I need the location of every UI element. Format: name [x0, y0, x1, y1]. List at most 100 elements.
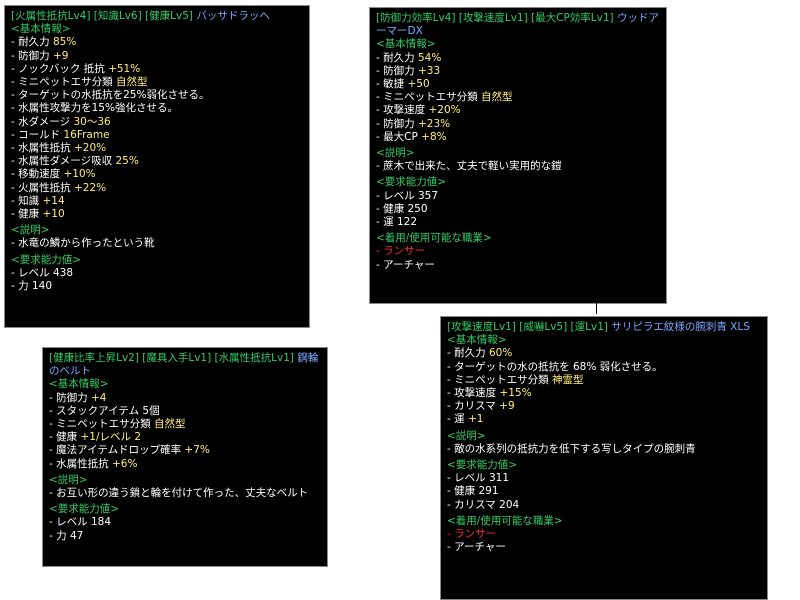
- stat-label: - 魔法アイテムドロップ確率: [49, 444, 185, 457]
- stat-row: - 水属性ダメージ吸収 25%: [11, 155, 303, 168]
- requirement-row: - 運 122: [376, 216, 418, 229]
- stat-row: - 耐久力 85%: [11, 36, 303, 49]
- item-title: [攻撃速度Lv1] [威嚇Lv5] [運Lv1] サリピラエ紋様の腕刺青 XLS: [447, 321, 761, 334]
- stat-row: - 攻撃速度 +20%: [376, 104, 660, 117]
- stat-row: - 防御力 +9: [11, 50, 303, 63]
- stat-label: - 攻撃速度: [376, 104, 429, 117]
- stat-label: - 耐久力: [376, 51, 418, 64]
- description-header: <説明>: [49, 473, 88, 486]
- requirement-row: - レベル 184: [49, 516, 112, 529]
- stat-value: 16Frame: [63, 128, 110, 141]
- stat-label: - 水ダメージ: [11, 115, 74, 128]
- stat-label: - 防御力: [376, 117, 418, 130]
- stat-label: - 知識: [11, 194, 43, 207]
- stat-value: +23%: [417, 117, 451, 130]
- item-enchant-tags: [火属性抵抗Lv4] [知識Lv6] [健康Lv5]: [11, 10, 197, 22]
- stat-row: - 最大CP +8%: [376, 131, 660, 144]
- job-row: - アーチャー: [447, 541, 506, 554]
- stat-value: +15%: [499, 387, 532, 400]
- requirement-row: - 力 140: [11, 280, 53, 293]
- description-header: <説明>: [447, 429, 486, 442]
- requirement-row: - 健康 291: [447, 485, 499, 498]
- stat-label: - ミニペットエサ分類: [49, 418, 154, 431]
- description-text: - お互い形の違う鎖と輪を付けて作った、丈夫なベルト: [49, 487, 309, 500]
- stat-label: - 耐久力: [11, 36, 53, 49]
- stat-value: +51%: [108, 62, 141, 75]
- stat-value: 25%: [115, 155, 139, 168]
- stat-row: - スタックアイテム 5個: [49, 405, 321, 418]
- item-enchant-tags: [健康比率上昇Lv2] [魔具入手Lv1] [水属性抵抗Lv1]: [49, 352, 298, 364]
- stat-row: - 火属性抵抗 +22%: [11, 182, 303, 195]
- stat-value: +33: [417, 64, 441, 77]
- stat-value: +1: [467, 413, 484, 426]
- stat-value: 神霊型: [551, 373, 584, 386]
- stat-label: - コールド: [11, 128, 64, 141]
- stat-row: - 耐久力 60%: [447, 347, 761, 360]
- stat-value: +4: [90, 391, 107, 404]
- stat-row: - 防御力 +23%: [376, 118, 660, 131]
- basic-info-header: <基本情報>: [376, 38, 436, 51]
- item-enchant-tags: [防御力効率Lv4] [攻撃速度Lv1] [最大CP効率Lv1]: [376, 12, 617, 24]
- stat-label: - 運: [447, 413, 468, 426]
- stat-row: - 健康 +10: [11, 208, 303, 221]
- stat-row: - ミニペットエサ分類 自然型: [11, 76, 303, 89]
- description-header: <説明>: [376, 147, 415, 160]
- item-tooltip-steel-ring-belt: [健康比率上昇Lv2] [魔具入手Lv1] [水属性抵抗Lv1] 鋼輪のベルト <…: [42, 347, 328, 567]
- stat-row: - 耐久力 54%: [376, 52, 660, 65]
- item-title: [健康比率上昇Lv2] [魔具入手Lv1] [水属性抵抗Lv1] 鋼輪のベルト: [49, 352, 321, 378]
- stat-label: - 火属性抵抗: [11, 181, 74, 194]
- stat-label: - 最大CP: [376, 130, 422, 143]
- stat-row: - ターゲットの水の抵抗を 68% 弱化させる。: [447, 361, 761, 374]
- stat-value: +10: [42, 208, 65, 221]
- stat-label: - 攻撃速度: [447, 387, 500, 400]
- description-text: - 蔗木で出来た、丈夫で軽い実用的な鎧: [376, 160, 562, 173]
- stat-row: - 水属性抵抗 +6%: [49, 458, 321, 471]
- requirement-row: - レベル 311: [447, 472, 510, 485]
- item-name: サリピラエ紋様の腕刺青 XLS: [611, 321, 750, 333]
- stat-value: 60%: [488, 347, 513, 360]
- requirements-header: <要求能力値>: [49, 503, 120, 516]
- stat-label: - 水属性ダメージ吸収: [11, 155, 116, 168]
- stat-value: 85%: [52, 36, 77, 49]
- usable-jobs-header: <着用/使用可能な職業>: [376, 232, 492, 245]
- basic-info-header: <基本情報>: [11, 23, 71, 36]
- job-row: - ランサー: [447, 528, 497, 541]
- stat-value: +50: [407, 78, 430, 91]
- stat-value: +8%: [421, 130, 447, 143]
- stat-row: - 健康 +1/レベル 2: [49, 431, 321, 444]
- description-text: - 水竜の鱗から作ったという靴: [11, 237, 155, 250]
- stat-row: - 移動速度 +10%: [11, 168, 303, 181]
- item-tooltip-arm-tattoo: [攻撃速度Lv1] [威嚇Lv5] [運Lv1] サリピラエ紋様の腕刺青 XLS…: [440, 316, 768, 600]
- requirements-header: <要求能力値>: [376, 176, 447, 189]
- stat-label: - 水属性抵抗: [49, 457, 112, 470]
- stat-value: +10%: [63, 168, 96, 181]
- stat-value: 自然型: [480, 91, 513, 104]
- stat-value: +9: [52, 49, 69, 62]
- requirement-row: - レベル 357: [376, 189, 439, 202]
- requirement-row: - カリスマ 204: [447, 498, 520, 511]
- stat-value: +9: [499, 400, 515, 413]
- stat-label: - 敏捷: [376, 78, 408, 91]
- stat-label: - 防御力: [376, 64, 418, 77]
- stat-row: - ノックバック 抵抗 +51%: [11, 63, 303, 76]
- description-header: <説明>: [11, 224, 50, 237]
- item-tooltip-wood-armor-dx: [防御力効率Lv4] [攻撃速度Lv1] [最大CP効率Lv1] ウッドアーマー…: [369, 7, 667, 304]
- description-text: - 敵の水系列の抵抗力を低下する写しタイプの腕刺青: [447, 442, 696, 455]
- stat-row: - カリスマ +9: [447, 400, 761, 413]
- stat-row: - ミニペットエサ分類 自然型: [49, 418, 321, 431]
- stat-row: - 防御力 +4: [49, 392, 321, 405]
- requirement-row: - 力 47: [49, 529, 84, 542]
- divider-mark: [596, 300, 597, 314]
- stat-label: - 防御力: [49, 391, 91, 404]
- job-row: - アーチャー: [376, 258, 435, 271]
- stat-value: 自然型: [115, 76, 148, 89]
- stat-value: +22%: [73, 181, 107, 194]
- stat-label: - ミニペットエサ分類: [376, 91, 481, 104]
- stat-label: - 健康: [49, 431, 81, 444]
- stat-value: +1/レベル 2: [80, 431, 142, 444]
- stat-row: - 敏捷 +50: [376, 78, 660, 91]
- basic-info-header: <基本情報>: [447, 334, 507, 347]
- usable-jobs-header: <着用/使用可能な職業>: [447, 514, 563, 527]
- stat-value: +20%: [73, 142, 107, 155]
- stat-label: - ターゲットの水抵抗を25%弱化させる。: [11, 89, 210, 102]
